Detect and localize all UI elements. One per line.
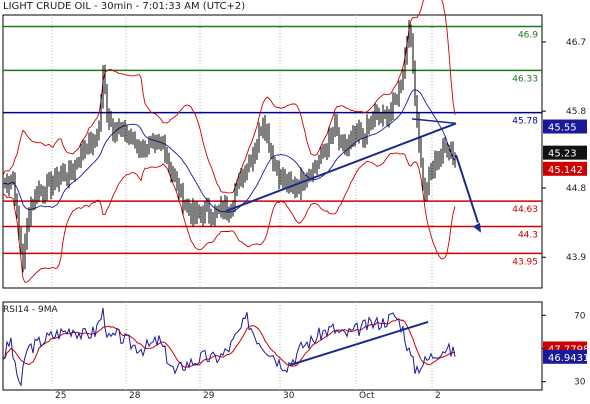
x-tick-label: 2 bbox=[435, 391, 441, 400]
rsi-tick-label: 70 bbox=[574, 311, 586, 321]
chart-title: LIGHT CRUDE OIL - 30min - 7:01:33 AM (UT… bbox=[3, 1, 246, 12]
y-tick-label: 43.9 bbox=[566, 253, 586, 263]
y-tick-label: 46.7 bbox=[566, 38, 586, 48]
ma-value-badge: 45.55 bbox=[548, 123, 577, 134]
x-tick-label: Oct bbox=[359, 391, 375, 400]
forecast-arrow-head bbox=[473, 222, 481, 233]
x-tick-label: 29 bbox=[203, 391, 215, 400]
rsi-tick-label: 30 bbox=[574, 378, 586, 388]
y-tick-label: 44.8 bbox=[566, 184, 586, 194]
rsi-trendline bbox=[289, 320, 429, 367]
rsi-panel-frame bbox=[2, 301, 543, 391]
level-label: 44.3 bbox=[518, 230, 538, 240]
chart-stage: 25282930Oct243.944.845.846.730507046.946… bbox=[0, 0, 590, 401]
level-label: 46.33 bbox=[512, 74, 538, 84]
bollinger-value-badge: 45.142 bbox=[548, 165, 583, 176]
level-label: 44.63 bbox=[512, 205, 538, 215]
rsi-line bbox=[2, 307, 456, 388]
x-tick-label: 30 bbox=[283, 391, 295, 400]
rsi-panel-title: RSI14 - 9MA bbox=[3, 305, 58, 315]
level-label: 43.95 bbox=[512, 257, 538, 267]
x-tick-label: 25 bbox=[55, 391, 66, 400]
level-label: 45.78 bbox=[512, 117, 538, 127]
current-price-badge: 45.23 bbox=[548, 149, 577, 160]
level-label: 46.9 bbox=[518, 31, 538, 41]
x-tick-label: 28 bbox=[129, 391, 141, 400]
rsi-value-badge: 46.9431 bbox=[548, 353, 589, 364]
y-tick-label: 45.8 bbox=[566, 107, 586, 117]
forecast-arrow-line bbox=[455, 154, 479, 223]
chart-svg: 25282930Oct243.944.845.846.730507046.946… bbox=[2, 0, 589, 401]
